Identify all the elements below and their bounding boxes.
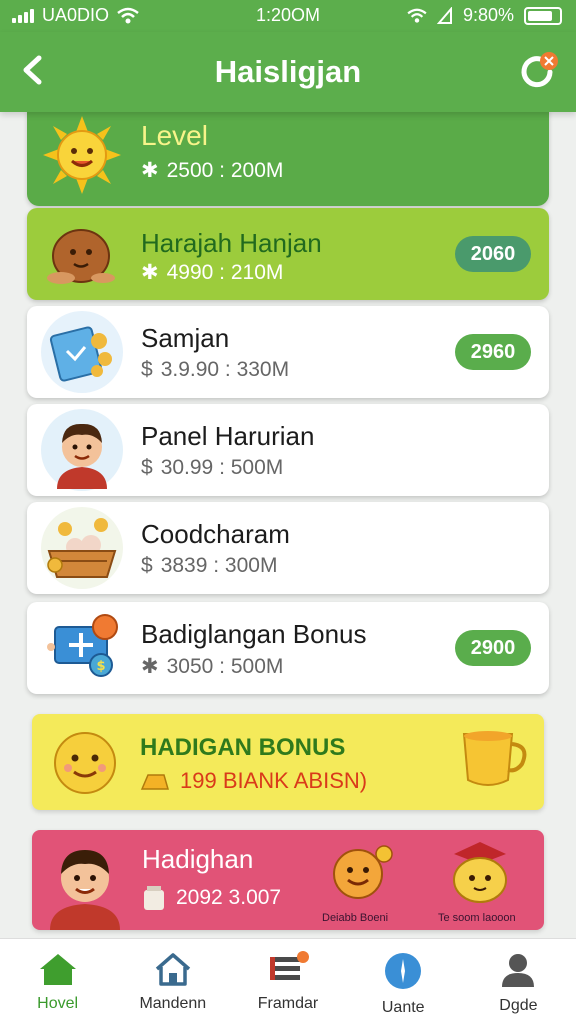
sparkle-icon: ✱: [141, 655, 159, 678]
bonus-banner[interactable]: HADIGAN BONUS 199 BIANK ABISN): [32, 714, 544, 810]
content-list[interactable]: Level ✱ 2500 : 200M Harajah Hanjan ✱ 499…: [0, 112, 576, 938]
item-value: 4990 : 210M: [166, 260, 284, 284]
item-badge[interactable]: 2900: [455, 630, 531, 666]
sparkle-icon: ✱: [141, 159, 159, 182]
item-badge[interactable]: 2060: [455, 236, 531, 272]
wifi-icon: [407, 8, 427, 23]
battery-icon: [524, 6, 562, 25]
level-title: Level: [141, 120, 208, 151]
item-value-row: $ 30.99 : 500M: [141, 456, 283, 480]
item-value: 30.99 : 500M: [160, 456, 284, 479]
status-bar: UA0DIO 1:20OM 9:80%: [0, 0, 576, 32]
dollar-icon: $: [141, 554, 153, 577]
app-header: Haisligjan: [0, 32, 576, 112]
sun-character-icon: [41, 114, 123, 196]
smiley-character-icon: [322, 840, 394, 913]
list-item[interactable]: Panel Harurian $ 30.99 : 500M: [27, 404, 549, 496]
dollar-icon: $: [141, 358, 153, 381]
bonus-subtitle-row: 199 BIANK ABISN): [140, 768, 367, 794]
promo-caption-right: Te soom laooon: [438, 912, 516, 924]
item-name: Panel Harurian: [141, 421, 315, 451]
level-value-row: ✱ 2500 : 200M: [141, 158, 283, 183]
cat-graduate-icon: [440, 836, 520, 915]
house-outline-icon: [155, 953, 190, 986]
boy-avatar-icon: [40, 836, 130, 930]
bottom-tab-bar: Hovel Mandenn Framdar Uante Dgde: [0, 938, 576, 1024]
tab-dgde[interactable]: Dgde: [461, 939, 576, 1024]
gold-bar-icon: [140, 774, 169, 790]
item-name: Badiglangan Bonus: [141, 619, 367, 649]
happy-face-icon: [42, 720, 128, 811]
list-item[interactable]: Coodcharam $ 3839 : 300M: [27, 502, 549, 594]
compass-icon: [385, 953, 422, 989]
item-value-row: $ 3.9.90 : 330M: [141, 358, 289, 382]
refresh-icon: [521, 52, 558, 88]
item-value-row: ✱ 4990 : 210M: [141, 260, 283, 285]
list-item[interactable]: Samjan $ 3.9.90 : 330M 2960: [27, 306, 549, 398]
money-icon: $: [41, 607, 123, 689]
user-icon: [502, 954, 535, 987]
snack-bag-icon: [41, 311, 123, 393]
battery-percent: 9:80%: [462, 5, 514, 25]
svg-text:$: $: [96, 659, 105, 674]
item-value-row: ✱ 3050 : 500M: [141, 654, 283, 679]
item-name: Coodcharam: [141, 519, 290, 549]
item-value-row: $ 3839 : 300M: [141, 554, 277, 578]
refresh-button[interactable]: [516, 50, 558, 90]
boy-avatar-icon: [41, 409, 123, 491]
list-item[interactable]: Harajah Hanjan ✱ 4990 : 210M 2060: [27, 208, 549, 300]
list-icon: [270, 951, 309, 980]
promo-subtitle: 2092 3.007: [176, 886, 282, 909]
item-name: Harajah Hanjan: [141, 228, 322, 258]
item-name: Samjan: [141, 323, 230, 353]
promo-banner[interactable]: Hadighan 2092 3.007 Deiabb Boeni Te soom…: [32, 830, 544, 930]
item-value: 3.9.90 : 330M: [160, 358, 290, 381]
tab-label: Framdar: [257, 995, 319, 1012]
bonus-title: HADIGAN BONUS: [140, 734, 346, 761]
tab-label: Uante: [381, 999, 425, 1016]
home-icon: [39, 954, 76, 985]
list-item[interactable]: $ Badiglangan Bonus ✱ 3050 : 500M 2900: [27, 602, 549, 694]
tab-hovel[interactable]: Hovel: [0, 939, 115, 1024]
tab-uante[interactable]: Uante: [346, 939, 461, 1024]
dollar-icon: $: [141, 456, 153, 479]
level-card[interactable]: Level ✱ 2500 : 200M: [27, 112, 549, 206]
food-basket-icon: [41, 507, 123, 589]
tab-label: Mandenn: [139, 995, 207, 1012]
promo-title: Hadighan: [142, 844, 254, 874]
item-badge[interactable]: 2960: [455, 334, 531, 370]
tab-label: Hovel: [37, 995, 79, 1012]
promo-subtitle-row: 2092 3.007: [142, 884, 281, 912]
potato-icon: [41, 212, 123, 294]
tab-label: Dgde: [499, 997, 538, 1014]
data-signal-icon: [436, 6, 452, 24]
level-value: 2500 : 200M: [166, 158, 284, 182]
jar-icon: [144, 886, 164, 910]
item-value: 3839 : 300M: [160, 554, 278, 577]
item-value: 3050 : 500M: [166, 654, 284, 678]
bonus-subtitle: 199 BIANK ABISN): [180, 768, 368, 793]
sparkle-icon: ✱: [141, 261, 159, 284]
golden-cup-icon: [452, 724, 532, 805]
tab-framdar[interactable]: Framdar: [230, 939, 345, 1024]
page-title: Haisligjan: [214, 54, 362, 89]
tab-mandenn[interactable]: Mandenn: [115, 939, 230, 1024]
promo-caption-left: Deiabb Boeni: [322, 912, 389, 924]
